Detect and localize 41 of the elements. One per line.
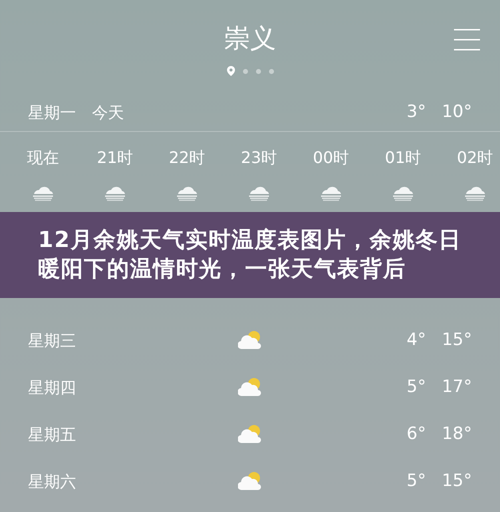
fog-icon xyxy=(463,184,487,201)
high-temperature: 10° xyxy=(440,100,472,124)
hour-label: 23时 xyxy=(240,147,278,169)
fog-icon xyxy=(31,184,55,201)
hour-label: 现在 xyxy=(27,147,59,169)
fog-icon xyxy=(247,184,271,201)
page-dot[interactable] xyxy=(268,68,274,74)
day-label: 星期四 xyxy=(28,376,77,398)
fog-icon xyxy=(103,184,127,201)
hour-label: 22时 xyxy=(168,147,206,169)
hour-label: 02时 xyxy=(456,147,494,169)
low-temperature: 5° xyxy=(406,376,426,399)
low-temperature: 3° xyxy=(406,100,426,124)
city-title: 崇义 xyxy=(224,26,276,52)
day-label: 星期五 xyxy=(28,424,77,446)
caption-banner: 12月余姚天气实时温度表图片，余姚冬日暖阳下的温情时光，一张天气表背后 xyxy=(0,212,500,298)
day-label: 星期六 xyxy=(28,470,77,492)
low-temperature: 4° xyxy=(406,328,426,352)
hour-label: 00时 xyxy=(312,147,350,169)
day-label: 星期一 xyxy=(28,102,76,124)
high-temperature: 15° xyxy=(440,328,472,352)
low-temperature: 6° xyxy=(406,422,426,446)
high-temperature: 18° xyxy=(440,422,472,446)
high-temperature: 15° xyxy=(440,470,472,493)
page-dot[interactable] xyxy=(242,68,248,74)
fog-icon xyxy=(319,184,343,201)
today-label: 今天 xyxy=(92,102,125,124)
partly-cloudy-icon xyxy=(238,425,262,444)
high-temperature: 17° xyxy=(440,376,472,399)
partly-cloudy-icon xyxy=(238,378,262,397)
hour-label: 01时 xyxy=(384,147,422,169)
low-temperature: 5° xyxy=(406,470,426,493)
fog-icon xyxy=(175,184,199,201)
partly-cloudy-icon xyxy=(238,472,262,491)
menu-icon[interactable] xyxy=(454,28,480,52)
hour-label: 21时 xyxy=(96,147,134,169)
fog-icon xyxy=(391,184,415,201)
page-dot[interactable] xyxy=(256,68,260,74)
location-pin-icon[interactable] xyxy=(226,66,234,76)
partly-cloudy-icon xyxy=(238,331,262,350)
day-label: 星期三 xyxy=(28,330,77,352)
